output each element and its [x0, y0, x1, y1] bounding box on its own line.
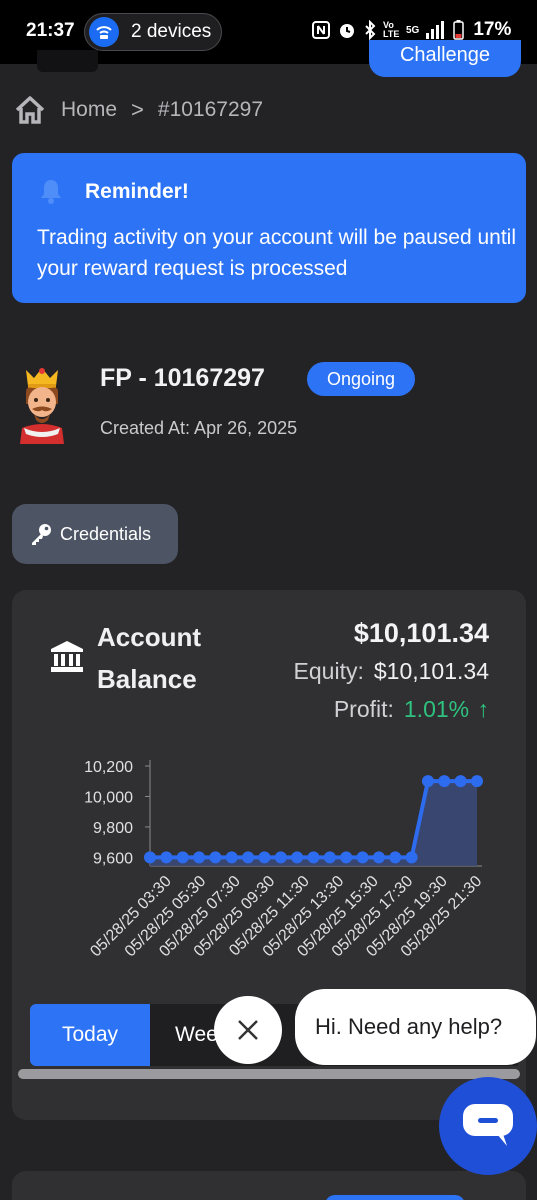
chart-point	[356, 851, 369, 864]
account-created-date: Created At: Apr 26, 2025	[100, 418, 298, 438]
wifi-device-icon	[89, 17, 119, 47]
chart-point	[438, 775, 451, 788]
profit-up-arrow-icon: ↑	[477, 696, 490, 722]
chart-point	[323, 851, 336, 864]
chart-y-tick-label: 10,200	[84, 759, 133, 776]
chart-point	[454, 775, 467, 788]
account-title: FP - 10167297	[100, 364, 265, 392]
tab-today[interactable]: Today	[30, 1004, 150, 1066]
balance-chart: 10,20010,0009,8009,60005/28/25 03:3005/2…	[84, 759, 485, 960]
next-card-badge	[325, 1195, 465, 1200]
signal-icon	[426, 21, 445, 39]
chart-point	[258, 851, 271, 864]
breadcrumb-home-link[interactable]: Home	[61, 98, 117, 122]
chat-launcher-button[interactable]	[439, 1077, 537, 1175]
challenge-button[interactable]: Challenge	[369, 40, 521, 77]
connected-devices-pill[interactable]: 2 devices	[84, 13, 222, 51]
chat-close-button[interactable]	[214, 996, 282, 1064]
breadcrumb-separator: >	[131, 97, 144, 122]
reminder-title: Reminder!	[85, 180, 189, 203]
chart-point	[291, 851, 304, 864]
equity-label: Equity:	[293, 658, 364, 684]
alarm-icon	[340, 24, 354, 38]
chart-point	[225, 851, 238, 864]
key-icon	[32, 524, 51, 545]
chart-point	[193, 851, 206, 864]
chat-greeting-bubble[interactable]: Hi. Need any help?	[295, 989, 536, 1065]
next-card	[12, 1171, 526, 1200]
battery-icon	[453, 20, 465, 40]
header-menu-button[interactable]	[37, 50, 98, 72]
chart-point	[340, 851, 353, 864]
chart-point	[421, 775, 434, 788]
credentials-button[interactable]: Credentials	[12, 504, 178, 564]
profit-row: Profit: 1.01% ↑	[334, 696, 489, 723]
tabs-scrollbar[interactable]	[18, 1069, 520, 1079]
bank-icon	[51, 641, 83, 672]
status-icons: Vo LTE 5G 17%	[312, 19, 511, 41]
chart-point	[160, 851, 173, 864]
chart-point	[176, 851, 189, 864]
home-icon[interactable]	[14, 94, 46, 126]
chart-point	[307, 851, 320, 864]
reminder-banner: Reminder! Trading activity on your accou…	[12, 153, 526, 303]
chart-y-tick-label: 9,600	[93, 850, 133, 867]
chart-point	[372, 851, 385, 864]
network-type: 5G	[406, 24, 420, 36]
chart-point	[471, 775, 483, 788]
chart-point	[389, 851, 402, 864]
status-time: 21:37	[26, 20, 75, 41]
breadcrumb: Home > #10167297	[14, 94, 263, 126]
chart-y-tick-label: 10,000	[84, 789, 133, 806]
chat-greeting-text: Hi. Need any help?	[315, 1014, 503, 1039]
chart-point	[242, 851, 255, 864]
credentials-label: Credentials	[60, 523, 152, 544]
bell-icon	[41, 180, 61, 204]
equity-value: $10,101.34	[373, 658, 489, 684]
profit-label: Profit:	[333, 696, 394, 722]
equity-row: Equity: $10,101.34	[294, 658, 489, 685]
chart-point	[144, 851, 156, 864]
chart-point	[405, 851, 418, 864]
reminder-message: Trading activity on your account will be…	[37, 226, 516, 280]
profit-value: 1.01%	[403, 696, 470, 722]
devices-count: 2 devices	[131, 21, 212, 42]
king-avatar-icon	[20, 368, 64, 444]
bluetooth-icon	[365, 20, 376, 40]
volte-indicator: Vo LTE	[383, 20, 400, 39]
chat-icon	[463, 1104, 513, 1146]
balance-value: $10,101.34	[353, 618, 489, 648]
breadcrumb-current: #10167297	[157, 98, 264, 121]
status-badge: Ongoing	[307, 362, 415, 396]
nfc-icon	[312, 21, 330, 39]
account-balance-title: Account Balance	[97, 622, 201, 694]
close-icon	[238, 1020, 258, 1040]
battery-percent: 17%	[473, 19, 512, 40]
chart-y-tick-label: 9,800	[93, 820, 133, 837]
chart-point	[209, 851, 222, 864]
chart-point	[274, 851, 287, 864]
